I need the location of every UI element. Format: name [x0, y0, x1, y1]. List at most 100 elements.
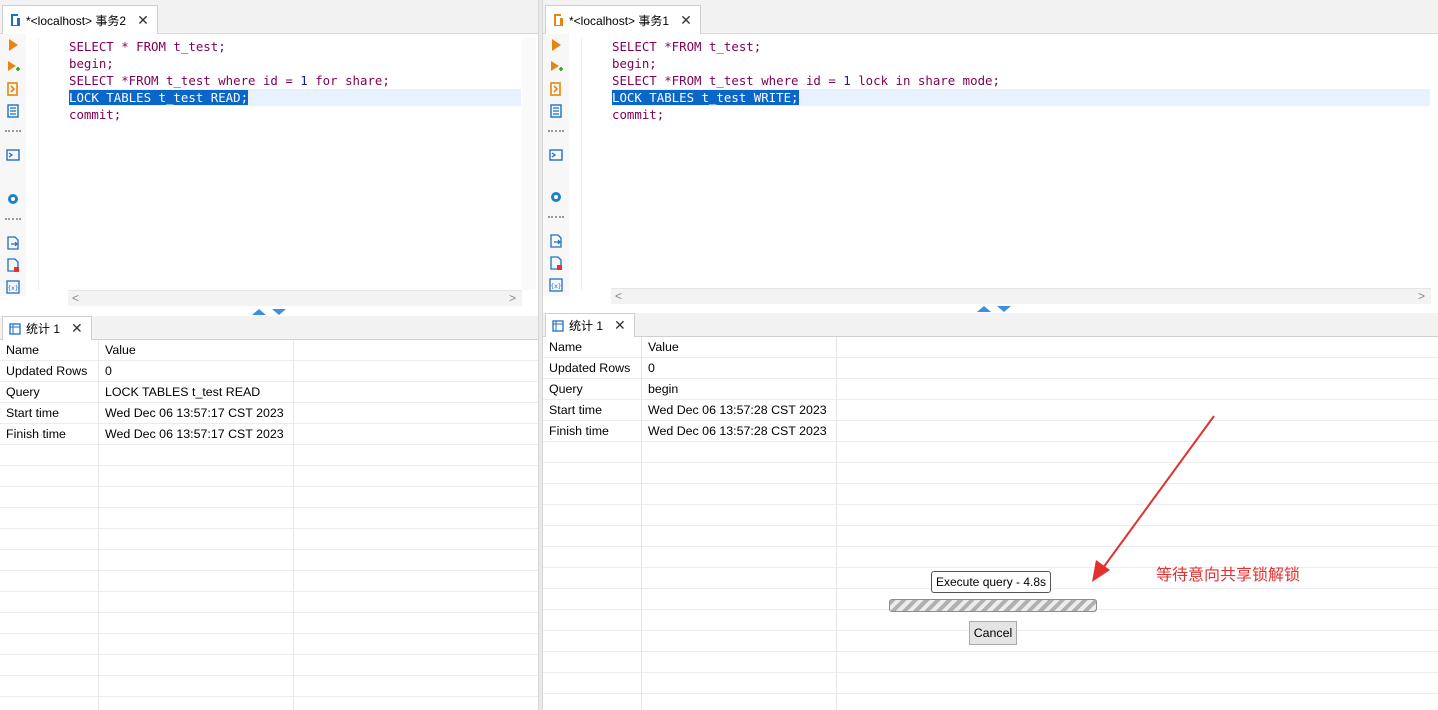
settings-gear-icon[interactable] — [549, 190, 563, 204]
column-header-value[interactable]: Value — [642, 337, 679, 358]
table-row[interactable]: Updated Rows 0 — [0, 361, 538, 382]
close-tab-icon[interactable]: ✕ — [680, 12, 692, 29]
tab-statistics-1[interactable]: 统计 1 ✕ — [2, 316, 92, 340]
table-row[interactable] — [543, 442, 1438, 463]
row-value-cell[interactable]: Wed Dec 06 13:57:17 CST 2023 — [99, 403, 284, 424]
table-row[interactable]: Finish time Wed Dec 06 13:57:28 CST 2023 — [543, 421, 1438, 442]
table-row[interactable] — [0, 676, 538, 697]
panel-collapse-arrows-icon[interactable] — [977, 305, 1017, 313]
table-row[interactable] — [543, 526, 1438, 547]
row-name-cell[interactable]: Query — [543, 379, 583, 400]
table-row[interactable] — [0, 550, 538, 571]
table-row[interactable] — [0, 445, 538, 466]
scroll-right-arrow[interactable]: > — [509, 291, 516, 305]
code-line[interactable]: SELECT * FROM t_test; — [69, 38, 521, 55]
table-row[interactable] — [543, 652, 1438, 673]
explain-plan-icon[interactable] — [6, 82, 20, 96]
sql-editor[interactable]: SELECT * FROM t_test; begin; SELECT *FROM … — [38, 38, 522, 290]
row-name-cell[interactable]: Start time — [0, 403, 59, 424]
row-name-cell[interactable]: Finish time — [0, 424, 66, 445]
code-line[interactable]: begin; — [612, 55, 1430, 72]
tab-statistics-1[interactable]: 统计 1 ✕ — [545, 313, 635, 337]
editor-horizontal-scrollbar[interactable]: < > — [611, 288, 1431, 304]
format-sql-icon[interactable] — [6, 104, 20, 118]
row-value-cell[interactable]: 0 — [99, 361, 112, 382]
close-tab-icon[interactable]: ✕ — [71, 320, 83, 337]
execute-script-icon[interactable] — [6, 60, 20, 74]
console-icon[interactable] — [549, 148, 563, 162]
table-row[interactable] — [0, 592, 538, 613]
code-token: lock — [858, 73, 889, 88]
editor-horizontal-scrollbar[interactable]: < > — [68, 290, 522, 306]
scroll-right-arrow[interactable]: > — [1418, 289, 1425, 303]
table-row[interactable] — [543, 484, 1438, 505]
file-error-icon[interactable] — [549, 256, 563, 270]
close-tab-icon[interactable]: ✕ — [614, 317, 626, 334]
close-tab-icon[interactable]: ✕ — [137, 12, 149, 29]
code-line[interactable]: commit; — [69, 106, 521, 123]
row-name-cell[interactable]: Query — [0, 382, 40, 403]
row-value-cell[interactable]: Wed Dec 06 13:57:28 CST 2023 — [642, 400, 827, 421]
panel-collapse-arrows-icon[interactable] — [252, 308, 292, 316]
settings-gear-icon[interactable] — [6, 192, 20, 206]
code-line[interactable]: LOCK TABLES t_test WRITE; — [612, 89, 1430, 106]
column-header-name[interactable]: Name — [0, 340, 39, 361]
code-line[interactable]: SELECT *FROM t_test where id = 1 for sha… — [69, 72, 521, 89]
table-row[interactable] — [0, 634, 538, 655]
editor-vertical-scrollbar[interactable] — [522, 38, 536, 290]
cancel-button[interactable]: Cancel — [969, 621, 1017, 645]
row-value-cell[interactable]: begin — [642, 379, 678, 400]
code-line[interactable]: commit; — [612, 106, 1430, 123]
column-header-name[interactable]: Name — [543, 337, 582, 358]
code-line[interactable]: begin; — [69, 55, 521, 72]
table-row[interactable] — [0, 613, 538, 634]
explain-plan-icon[interactable] — [549, 82, 563, 96]
row-name-cell[interactable]: Updated Rows — [0, 361, 87, 382]
tab-transaction-1[interactable]: *<localhost> 事务1 ✕ — [545, 5, 701, 34]
table-row[interactable] — [0, 529, 538, 550]
row-name-cell[interactable]: Updated Rows — [543, 358, 630, 379]
table-row[interactable] — [0, 697, 538, 710]
execute-script-icon[interactable] — [549, 60, 563, 74]
console-icon[interactable] — [6, 148, 20, 162]
code-line[interactable]: SELECT *FROM t_test; — [612, 38, 1430, 55]
table-row[interactable] — [543, 463, 1438, 484]
table-row[interactable] — [0, 655, 538, 676]
code-line[interactable]: LOCK TABLES t_test READ; — [69, 89, 521, 106]
export-icon[interactable] — [6, 236, 20, 250]
row-name-cell[interactable]: Start time — [543, 400, 602, 421]
variables-icon[interactable]: {x} — [6, 280, 20, 294]
table-row[interactable]: Start time Wed Dec 06 13:57:17 CST 2023 — [0, 403, 538, 424]
table-row[interactable] — [543, 673, 1438, 694]
table-row[interactable] — [0, 487, 538, 508]
table-row[interactable] — [0, 508, 538, 529]
row-name-cell[interactable]: Finish time — [543, 421, 609, 442]
table-row[interactable] — [0, 571, 538, 592]
table-row[interactable]: Updated Rows 0 — [543, 358, 1438, 379]
table-row[interactable]: Start time Wed Dec 06 13:57:28 CST 2023 — [543, 400, 1438, 421]
row-value-cell[interactable]: Wed Dec 06 13:57:28 CST 2023 — [642, 421, 827, 442]
row-value-cell[interactable]: LOCK TABLES t_test READ — [99, 382, 260, 403]
table-row[interactable]: Query LOCK TABLES t_test READ — [0, 382, 538, 403]
table-row[interactable] — [543, 694, 1438, 710]
table-row[interactable] — [0, 466, 538, 487]
column-header-value[interactable]: Value — [99, 340, 136, 361]
scroll-left-arrow[interactable]: < — [615, 289, 622, 303]
export-icon[interactable] — [549, 234, 563, 248]
sql-editor[interactable]: SELECT *FROM t_test; begin; SELECT *FROM t… — [581, 38, 1430, 290]
row-value-cell[interactable]: Wed Dec 06 13:57:17 CST 2023 — [99, 424, 284, 445]
file-error-icon[interactable] — [6, 258, 20, 272]
code-line[interactable]: SELECT *FROM t_test where id = 1 lock in… — [612, 72, 1430, 89]
table-row[interactable]: Query begin — [543, 379, 1438, 400]
left-tab-bar: *<localhost> 事务2 ✕ — [0, 0, 538, 34]
table-row[interactable] — [543, 505, 1438, 526]
table-row[interactable] — [543, 547, 1438, 568]
table-row[interactable]: Finish time Wed Dec 06 13:57:17 CST 2023 — [0, 424, 538, 445]
tab-transaction-2[interactable]: *<localhost> 事务2 ✕ — [2, 5, 158, 34]
row-value-cell[interactable]: 0 — [642, 358, 655, 379]
format-sql-icon[interactable] — [549, 104, 563, 118]
variables-icon[interactable]: {x} — [549, 278, 563, 292]
execute-icon[interactable] — [549, 38, 563, 52]
scroll-left-arrow[interactable]: < — [72, 291, 79, 305]
execute-icon[interactable] — [6, 38, 20, 52]
